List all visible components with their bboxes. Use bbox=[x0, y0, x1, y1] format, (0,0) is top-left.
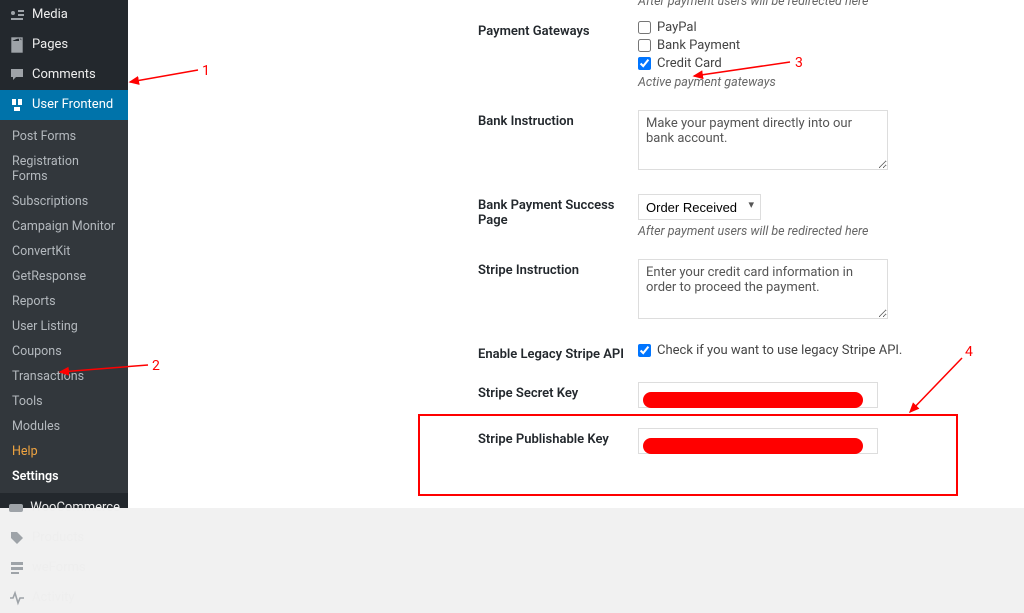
redaction-publishable bbox=[643, 438, 863, 454]
label-bank-instruction: Bank Instruction bbox=[478, 110, 638, 129]
label-stripe-secret: Stripe Secret Key bbox=[478, 382, 638, 401]
sidebar-item-label: Activity bbox=[32, 590, 75, 606]
activity-icon bbox=[8, 589, 26, 607]
label-stripe-publishable: Stripe Publishable Key bbox=[478, 428, 638, 447]
gateway-paypal-row[interactable]: PayPal bbox=[638, 20, 918, 35]
sidebar-item-label: Media bbox=[32, 7, 68, 23]
gateway-bank-row[interactable]: Bank Payment bbox=[638, 38, 918, 53]
sidebar-item-user-frontend[interactable]: User Frontend bbox=[0, 90, 128, 120]
submenu-post-forms[interactable]: Post Forms bbox=[0, 124, 128, 149]
comments-icon bbox=[8, 66, 26, 84]
checkbox-legacy-stripe[interactable] bbox=[638, 344, 651, 357]
checkbox-credit-card[interactable] bbox=[638, 57, 651, 70]
textarea-stripe-instruction[interactable]: Enter your credit card information in or… bbox=[638, 259, 888, 319]
checkbox-paypal[interactable] bbox=[638, 21, 651, 34]
sidebar-item-woocommerce[interactable]: WooCommerce bbox=[0, 493, 128, 523]
sidebar-submenu: Post FormsRegistration FormsSubscription… bbox=[0, 120, 128, 493]
redaction-secret bbox=[643, 392, 863, 408]
sidebar-item-weforms[interactable]: weForms bbox=[0, 553, 128, 583]
gateways-desc: Active payment gateways bbox=[638, 75, 918, 90]
weforms-icon bbox=[8, 559, 26, 577]
submenu-transactions[interactable]: Transactions bbox=[0, 364, 128, 389]
sidebar-item-label: User Frontend bbox=[32, 97, 113, 113]
sidebar-item-label: Comments bbox=[32, 67, 96, 83]
sidebar-item-label: weForms bbox=[32, 560, 86, 576]
label-bank-success: Bank Payment Success Page bbox=[478, 194, 638, 228]
sidebar-item-products[interactable]: Products bbox=[0, 523, 128, 553]
settings-content: After payment users will be redirected h… bbox=[128, 0, 1024, 508]
sidebar-item-pages[interactable]: Pages bbox=[0, 30, 128, 60]
submenu-tools[interactable]: Tools bbox=[0, 389, 128, 414]
submenu-modules[interactable]: Modules bbox=[0, 414, 128, 439]
legacy-stripe-text: Check if you want to use legacy Stripe A… bbox=[657, 343, 902, 358]
submenu-campaign-monitor[interactable]: Campaign Monitor bbox=[0, 214, 128, 239]
sidebar-item-label: Pages bbox=[32, 37, 68, 53]
media-icon bbox=[8, 6, 26, 24]
gateway-cc-row[interactable]: Credit Card bbox=[638, 56, 918, 71]
submenu-registration-forms[interactable]: Registration Forms bbox=[0, 149, 128, 189]
page-icon bbox=[8, 36, 26, 54]
select-bank-success-page[interactable]: Order Received bbox=[638, 194, 761, 220]
woocommerce-icon bbox=[8, 499, 24, 517]
submenu-help[interactable]: Help bbox=[0, 439, 128, 464]
submenu-subscriptions[interactable]: Subscriptions bbox=[0, 189, 128, 214]
sidebar-item-label: WooCommerce bbox=[30, 500, 120, 516]
textarea-bank-instruction[interactable]: Make your payment directly into our bank… bbox=[638, 110, 888, 170]
submenu-convertkit[interactable]: ConvertKit bbox=[0, 239, 128, 264]
products-icon bbox=[8, 529, 26, 547]
sidebar-item-label: Products bbox=[32, 530, 84, 546]
label-bank: Bank Payment bbox=[657, 38, 740, 53]
submenu-getresponse[interactable]: GetResponse bbox=[0, 264, 128, 289]
userfrontend-icon bbox=[8, 96, 26, 114]
bank-success-desc: After payment users will be redirected h… bbox=[638, 224, 918, 239]
label-legacy-stripe: Enable Legacy Stripe API bbox=[478, 343, 638, 362]
sidebar-item-activity[interactable]: Activity bbox=[0, 583, 128, 613]
admin-sidebar: Media Pages Comments User Frontend Post Fo… bbox=[0, 0, 128, 508]
sidebar-item-media[interactable]: Media bbox=[0, 0, 128, 30]
submenu-settings[interactable]: Settings bbox=[0, 464, 128, 489]
submenu-coupons[interactable]: Coupons bbox=[0, 339, 128, 364]
label-stripe-instruction: Stripe Instruction bbox=[478, 259, 638, 278]
label-paypal: PayPal bbox=[657, 20, 697, 35]
checkbox-bank[interactable] bbox=[638, 39, 651, 52]
label-payment-gateways: Payment Gateways bbox=[478, 20, 638, 39]
submenu-reports[interactable]: Reports bbox=[0, 289, 128, 314]
legacy-stripe-row[interactable]: Check if you want to use legacy Stripe A… bbox=[638, 343, 918, 358]
sidebar-item-comments[interactable]: Comments bbox=[0, 60, 128, 90]
label-credit-card: Credit Card bbox=[657, 56, 722, 71]
submenu-user-listing[interactable]: User Listing bbox=[0, 314, 128, 339]
redirect-desc-top: After payment users will be redirected h… bbox=[638, 0, 1004, 9]
